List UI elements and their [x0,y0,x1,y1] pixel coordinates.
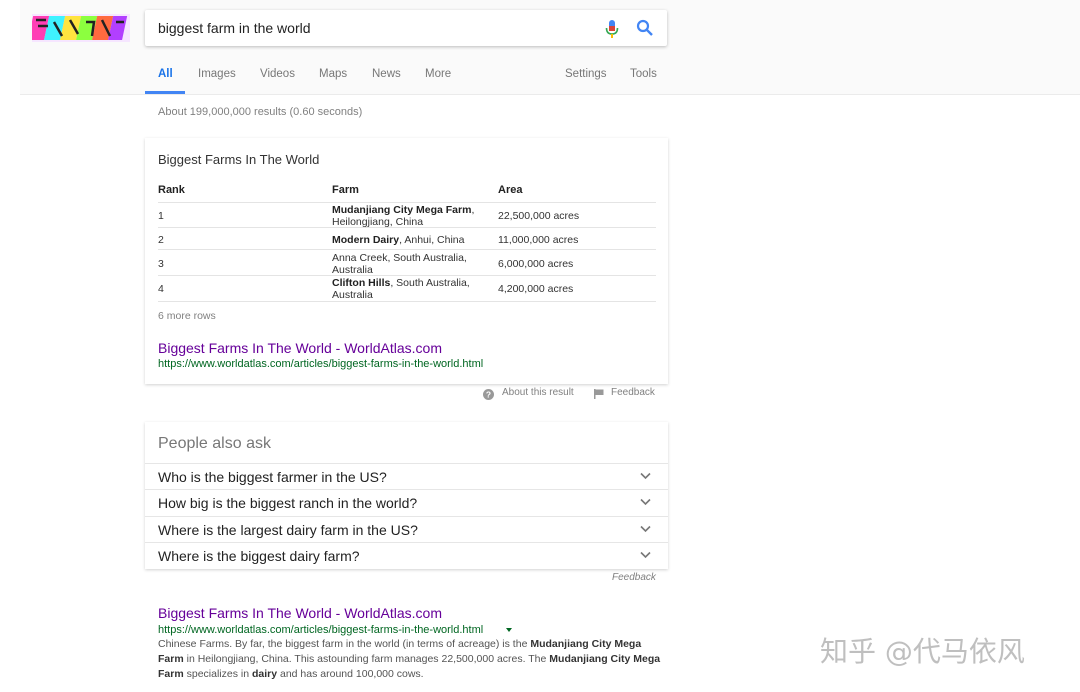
featured-snippet: Biggest Farms In The World Rank Farm Are… [145,138,668,384]
farm-cell: Modern Dairy, Anhui, China [332,234,465,246]
paa-question-text: Who is the biggest farmer in the US? [158,469,387,485]
area-cell: 22,500,000 acres [498,210,580,222]
farm-detail: , [471,204,475,216]
snippet-result-title-link[interactable]: Biggest Farms In The World - WorldAtlas.… [158,340,442,356]
help-icon[interactable]: ? [483,389,494,400]
tab-videos[interactable]: Videos [260,68,295,80]
farm-location: Australia [332,289,373,301]
table-row: 1 Mudanjiang City Mega Farm, Heilongjiang… [158,202,656,228]
column-header-rank: Rank [158,184,185,196]
rank-cell: 2 [158,234,164,246]
table-row: 4 Clifton Hills, South Australia, Austral… [158,275,656,302]
more-rows-link[interactable]: 6 more rows [158,310,216,322]
snippet-title: Biggest Farms In The World [158,152,320,167]
farm-name: Clifton Hills [332,277,391,289]
desc-text: in Heilongjiang, China. This astounding … [183,653,550,665]
desc-bold: dairy [251,668,278,680]
table-row: 2 Modern Dairy, Anhui, China 11,000,000 … [158,227,656,250]
paa-question[interactable]: Where is the largest dairy farm in the U… [145,516,668,543]
result-url[interactable]: https://www.worldatlas.com/articles/bigg… [158,624,483,636]
desc-text: specializes in [183,668,252,680]
search-input[interactable] [158,10,588,46]
farm-detail: , Anhui, China [399,234,465,246]
paa-question-text: How big is the biggest ranch in the worl… [158,495,418,511]
search-icon[interactable] [636,19,654,37]
column-header-farm: Farm [332,184,359,196]
farm-name: Modern Dairy [332,234,400,246]
result-title-link[interactable]: Biggest Farms In The World - WorldAtlas.… [158,605,442,621]
chevron-down-icon [640,472,651,480]
paa-question-text: Where is the biggest dairy farm? [158,548,360,564]
watermark: 知乎 @代马依风 [820,635,1025,668]
result-stats: About 199,000,000 results (0.60 seconds) [158,106,363,118]
tab-tools[interactable]: Tools [630,68,657,80]
farm-detail: , South Australia, [390,277,470,289]
rank-cell: 3 [158,258,164,270]
table-row: 3 Anna Creek, South Australia, Australia … [158,249,656,276]
svg-text:?: ? [486,390,491,400]
farm-cell: Mudanjiang City Mega Farm, Heilongjiang, … [332,204,474,228]
tab-settings[interactable]: Settings [565,68,607,80]
chevron-down-icon [640,498,651,506]
rank-cell: 4 [158,283,164,295]
farm-detail: Anna Creek, South Australia, [332,252,467,264]
caret-down-icon[interactable] [506,628,512,632]
paa-question[interactable]: Where is the biggest dairy farm? [145,542,668,569]
chevron-down-icon [640,525,651,533]
snippet-result-url[interactable]: https://www.worldatlas.com/articles/bigg… [158,358,483,370]
result-description: Chinese Farms. By far, the biggest farm … [158,637,668,682]
farm-cell: Clifton Hills, South Australia, Australia [332,277,470,301]
paa-question-text: Where is the largest dairy farm in the U… [158,522,418,538]
area-cell: 11,000,000 acres [498,234,579,246]
active-tab-indicator [145,91,185,94]
about-this-result-link[interactable]: About this result [502,387,574,398]
chevron-down-icon [640,551,651,559]
tab-images[interactable]: Images [198,68,236,80]
snippet-feedback-link[interactable]: Feedback [611,387,655,398]
farm-cell: Anna Creek, South Australia, Australia [332,252,467,276]
farm-name: Mudanjiang City Mega Farm [332,204,472,216]
paa-title: People also ask [158,435,271,452]
desc-text: Chinese Farms. By far, the biggest farm … [158,638,531,650]
paa-feedback-link[interactable]: Feedback [612,572,656,583]
desc-text: and has around 100,000 cows. [277,668,424,680]
tab-more[interactable]: More [425,68,451,80]
paa-question[interactable]: Who is the biggest farmer in the US? [145,463,668,490]
tab-all[interactable]: All [158,68,173,80]
mic-icon[interactable] [604,19,620,39]
column-header-area: Area [498,184,523,196]
search-box [145,10,667,46]
google-doodle-logo[interactable] [32,12,130,44]
area-cell: 4,200,000 acres [498,283,574,295]
tab-news[interactable]: News [372,68,401,80]
tab-maps[interactable]: Maps [319,68,347,80]
paa-question[interactable]: How big is the biggest ranch in the worl… [145,489,668,516]
flag-icon[interactable] [594,389,604,399]
rank-cell: 1 [158,210,164,222]
people-also-ask: People also ask Who is the biggest farme… [145,422,668,569]
area-cell: 6,000,000 acres [498,258,574,270]
